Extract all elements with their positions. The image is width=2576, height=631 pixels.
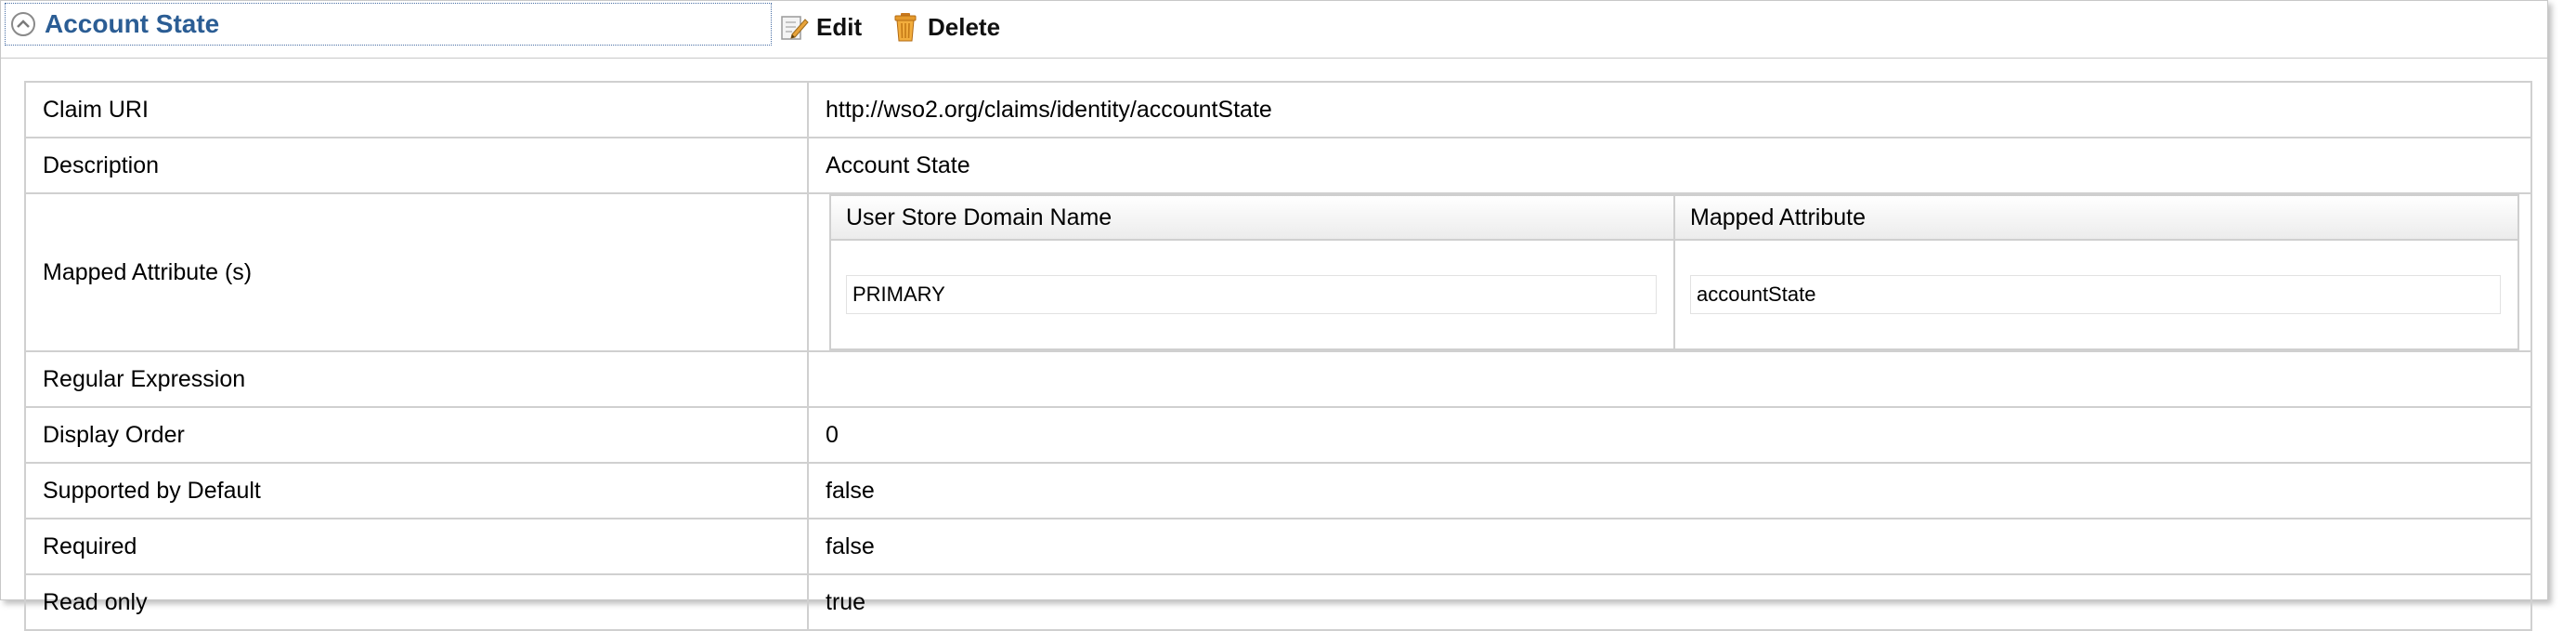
display-order-label: Display Order (24, 406, 809, 464)
table-row: Required false (24, 518, 2532, 575)
table-row: Description Account State (24, 137, 2532, 194)
column-header-attribute: Mapped Attribute (1673, 194, 2519, 241)
claim-uri-value: http://wso2.org/claims/identity/accountS… (807, 81, 2532, 138)
display-order-value: 0 (807, 406, 2532, 464)
mapped-attributes-table: User Store Domain Name Mapped Attribute (829, 194, 2519, 350)
table-row: Display Order 0 (24, 406, 2532, 464)
supported-by-default-value: false (807, 462, 2532, 519)
edit-label[interactable]: Edit (816, 13, 862, 42)
edit-button[interactable]: Edit (779, 8, 862, 46)
regular-expression-label: Regular Expression (24, 350, 809, 408)
collapse-icon[interactable] (11, 12, 35, 36)
mapping-row (829, 239, 2519, 350)
column-header-domain: User Store Domain Name (829, 194, 1675, 241)
required-label: Required (24, 518, 809, 575)
read-only-value: true (807, 573, 2532, 631)
description-label: Description (24, 137, 809, 194)
user-store-domain-field[interactable] (846, 275, 1657, 314)
read-only-label: Read only (24, 573, 809, 631)
mapped-attributes-cell: User Store Domain Name Mapped Attribute (807, 192, 2532, 352)
table-row: Read only true (24, 573, 2532, 631)
claim-header: Account State Edit Delete (1, 1, 2547, 59)
attribute-cell (1673, 239, 2519, 350)
mapped-attribute-field[interactable] (1690, 275, 2501, 314)
claim-properties-table: Claim URI http://wso2.org/claims/identit… (24, 81, 2532, 631)
required-value: false (807, 518, 2532, 575)
claim-uri-label: Claim URI (24, 81, 809, 138)
claim-title-box[interactable]: Account State (5, 3, 772, 46)
edit-icon (781, 16, 809, 40)
table-row: Regular Expression (24, 350, 2532, 408)
table-row: Mapped Attribute (s) User Store Domain N… (24, 192, 2532, 352)
domain-cell (829, 239, 1675, 350)
supported-by-default-label: Supported by Default (24, 462, 809, 519)
table-row: Supported by Default false (24, 462, 2532, 519)
delete-button[interactable]: Delete (891, 8, 1000, 46)
delete-label[interactable]: Delete (928, 13, 1000, 42)
mapping-header-row: User Store Domain Name Mapped Attribute (829, 194, 2519, 241)
claim-panel: Account State Edit Delete Claim URI http… (0, 0, 2548, 631)
description-value: Account State (807, 137, 2532, 194)
mapped-attributes-label: Mapped Attribute (s) (24, 192, 809, 352)
regular-expression-value (807, 350, 2532, 408)
claim-title[interactable]: Account State (45, 9, 219, 39)
trash-icon (894, 13, 917, 42)
table-row: Claim URI http://wso2.org/claims/identit… (24, 81, 2532, 138)
